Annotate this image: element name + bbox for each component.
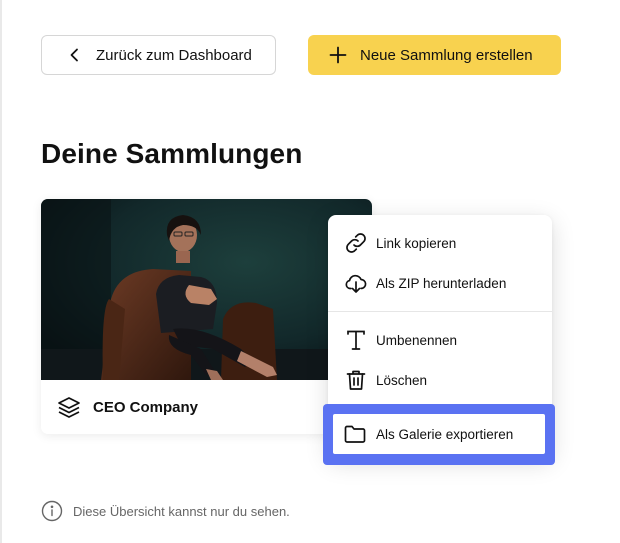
back-to-dashboard-button[interactable]: Zurück zum Dashboard [41,35,276,75]
collection-card[interactable]: CEO Company [41,199,372,434]
new-collection-button[interactable]: Neue Sammlung erstellen [308,35,561,75]
menu-item-rename[interactable]: Umbenennen [328,322,552,358]
menu-item-label: Als ZIP herunterladen [376,275,507,291]
trash-icon [344,368,368,392]
collection-cover-photo [41,199,372,380]
menu-item-label: Löschen [376,372,428,388]
back-button-label: Zurück zum Dashboard [96,46,252,64]
layers-icon [57,395,81,419]
visibility-note-text: Diese Übersicht kannst nur du sehen. [73,503,290,519]
menu-item-label: Umbenennen [376,332,458,348]
cloud-download-icon [344,271,368,295]
menu-item-export-gallery[interactable]: Als Galerie exportieren [333,414,545,454]
menu-divider [328,311,552,312]
info-icon [41,500,63,522]
link-icon [344,231,368,255]
collection-name: CEO Company [93,399,199,416]
menu-item-download-zip[interactable]: Als ZIP herunterladen [328,265,552,301]
menu-item-copy-link[interactable]: Link kopieren [328,225,552,261]
highlighted-menu-item-frame: Als Galerie exportieren [323,404,555,465]
left-border [0,0,2,543]
menu-item-label: Als Galerie exportieren [376,426,514,442]
visibility-note: Diese Übersicht kannst nur du sehen. [41,500,290,522]
menu-item-delete[interactable]: Löschen [328,362,552,398]
text-icon [344,328,368,352]
page-title: Deine Sammlungen [41,138,303,169]
folder-icon [343,422,367,446]
chevron-left-icon [66,46,84,64]
menu-item-label: Link kopieren [376,235,457,251]
plus-icon [329,46,347,64]
new-collection-label: Neue Sammlung erstellen [360,46,533,64]
